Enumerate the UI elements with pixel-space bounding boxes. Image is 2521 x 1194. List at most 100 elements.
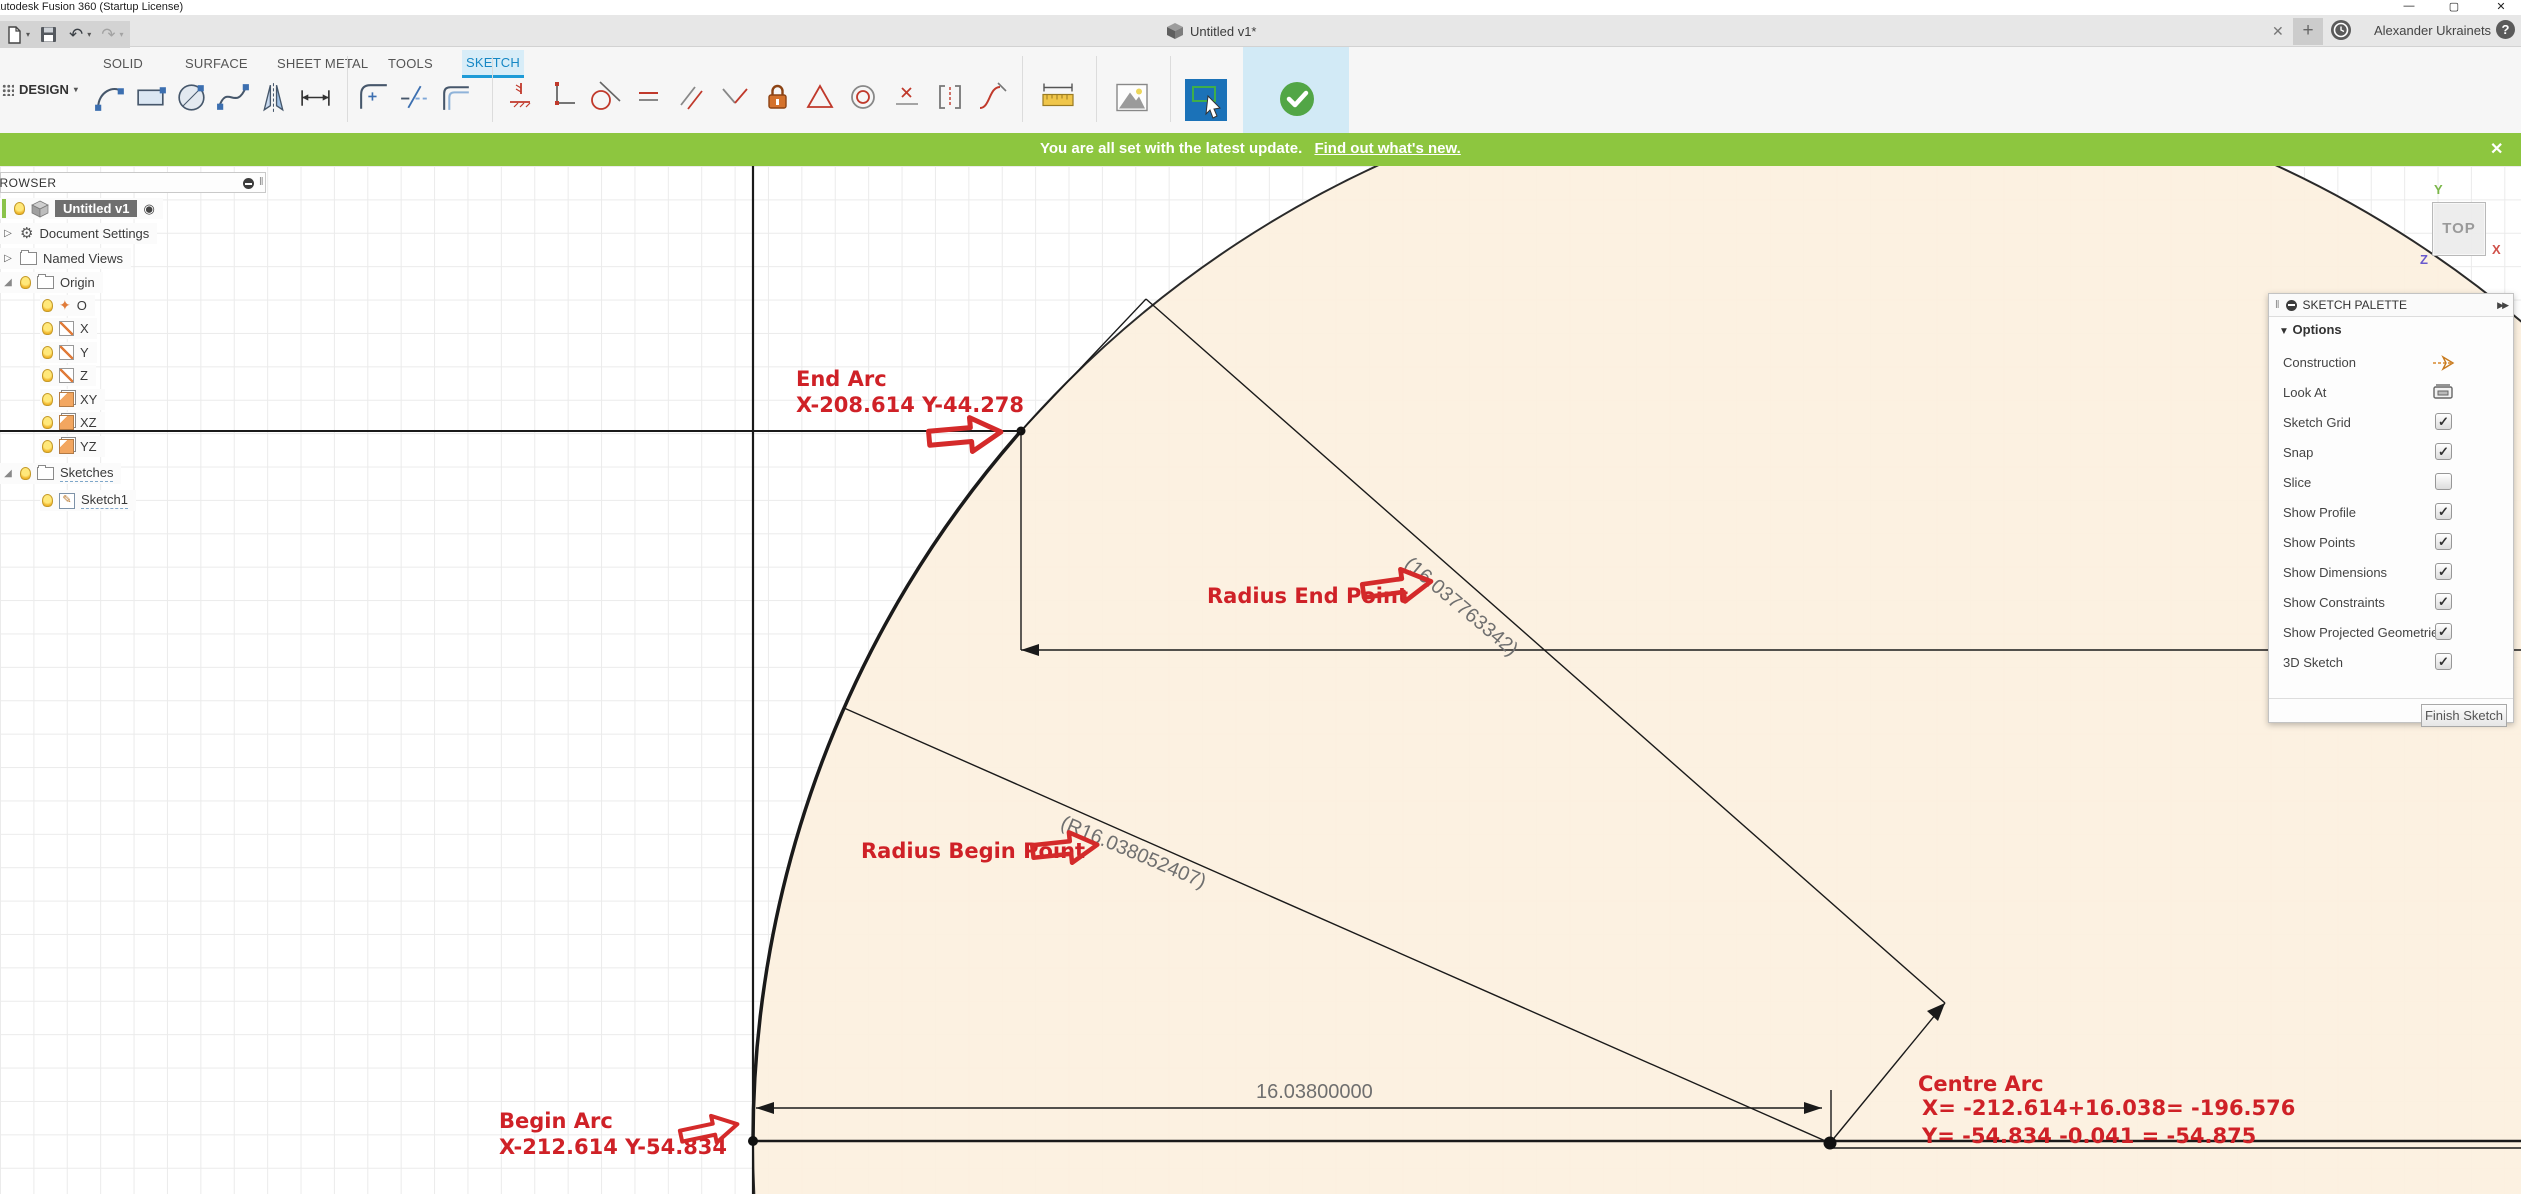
save-icon[interactable]: [40, 26, 57, 43]
tree-item-named-views[interactable]: ▷ Named Views: [0, 248, 131, 269]
tree-item-plane-yz[interactable]: YZ: [40, 436, 105, 457]
visibility-bulb-icon[interactable]: [42, 416, 53, 429]
palette-row-look-at[interactable]: Look At: [2269, 378, 2513, 408]
fix-constraint-lock-icon[interactable]: [760, 79, 796, 115]
look-at-icon[interactable]: [2432, 382, 2454, 402]
midpoint-constraint-icon[interactable]: [889, 79, 925, 115]
document-name[interactable]: Untitled v1: [55, 200, 137, 217]
tab-sheet-metal[interactable]: SHEET METAL: [277, 56, 368, 71]
tree-item-sketch1[interactable]: ✎ Sketch1: [40, 490, 136, 511]
browser-grip-icon[interactable]: ‖: [259, 176, 264, 188]
measure-tool-icon[interactable]: [1038, 79, 1078, 116]
offset-tool-icon[interactable]: [438, 79, 475, 116]
tab-surface[interactable]: SURFACE: [185, 56, 248, 71]
close-document-tab-button[interactable]: ✕: [2272, 23, 2284, 40]
browser-header[interactable]: BROWSER ‖: [0, 172, 266, 193]
tree-item-origin[interactable]: ◢ Origin: [0, 272, 103, 293]
palette-row-snap[interactable]: Snap ✓: [2269, 438, 2513, 468]
construction-icon[interactable]: [2431, 353, 2455, 373]
file-icon[interactable]: [6, 25, 22, 45]
equal-constraint-icon[interactable]: [631, 79, 667, 115]
tree-item-label[interactable]: Z: [80, 368, 88, 383]
visibility-bulb-icon[interactable]: [42, 299, 53, 312]
tree-item-axis-y[interactable]: Y: [40, 342, 97, 363]
tree-item-label[interactable]: Y: [80, 345, 89, 360]
document-tab[interactable]: Untitled v1*: [1166, 20, 1256, 42]
tangent-constraint-icon[interactable]: [588, 79, 624, 115]
find-out-whats-new-link[interactable]: Find out what's new.: [1314, 140, 1460, 157]
viewcube[interactable]: Y TOP X Z: [2418, 182, 2521, 277]
expand-collapsed-icon[interactable]: ▷: [2, 253, 14, 264]
tree-item-document[interactable]: Untitled v1 ◉: [0, 198, 163, 219]
concentric-constraint-icon[interactable]: [846, 79, 882, 115]
visibility-bulb-icon[interactable]: [42, 322, 53, 335]
viewcube-top-face[interactable]: TOP: [2432, 202, 2486, 256]
help-button[interactable]: ?: [2496, 20, 2515, 39]
snap-checkbox[interactable]: ✓: [2435, 443, 2452, 460]
projected-circle[interactable]: [753, 166, 2521, 1194]
perpendicular-constraint-icon[interactable]: [717, 79, 753, 115]
palette-menu-icon[interactable]: [2286, 300, 2297, 311]
slice-checkbox[interactable]: [2435, 473, 2452, 490]
rectangle-tool-icon[interactable]: [133, 79, 170, 116]
tab-tools[interactable]: TOOLS: [388, 56, 433, 71]
palette-row-show-constraints[interactable]: Show Constraints ✓: [2269, 588, 2513, 618]
tree-item-axis-x[interactable]: X: [40, 318, 97, 339]
user-name[interactable]: Alexander Ukrainets: [2374, 23, 2491, 38]
visibility-bulb-icon[interactable]: [20, 467, 31, 480]
tree-item-label[interactable]: X: [80, 321, 89, 336]
sketch-grid-checkbox[interactable]: ✓: [2435, 413, 2452, 430]
tab-sketch[interactable]: SKETCH: [462, 50, 524, 78]
tree-item-axis-z[interactable]: Z: [40, 365, 96, 386]
circle-tool-icon[interactable]: [174, 79, 211, 116]
centre-arc-point[interactable]: [1824, 1137, 1837, 1150]
expand-expanded-icon[interactable]: ◢: [2, 277, 14, 288]
tree-item-label[interactable]: Named Views: [43, 251, 123, 266]
palette-row-show-profile[interactable]: Show Profile ✓: [2269, 498, 2513, 528]
tree-item-label[interactable]: Sketch1: [81, 492, 128, 509]
undo-icon[interactable]: ↶: [69, 27, 83, 43]
line-tool-icon[interactable]: [92, 79, 129, 116]
visibility-bulb-icon[interactable]: [42, 494, 53, 507]
spline-tool-icon[interactable]: [215, 79, 252, 116]
palette-row-sketch-grid[interactable]: Sketch Grid ✓: [2269, 408, 2513, 438]
close-button[interactable]: ✕: [2488, 0, 2514, 13]
sketch-palette-header[interactable]: ‖ SKETCH PALETTE ▶▶: [2269, 294, 2513, 317]
tree-item-label[interactable]: Document Settings: [39, 226, 149, 241]
horizontal-dimension-value[interactable]: 16.03800000: [1256, 1081, 1373, 1104]
palette-pin-icon[interactable]: ▶▶: [2497, 300, 2507, 311]
trim-tool-icon[interactable]: [397, 79, 434, 116]
insert-image-icon[interactable]: [1113, 79, 1151, 116]
select-tool-icon[interactable]: [1185, 79, 1227, 121]
tree-item-sketches-folder[interactable]: ◢ Sketches: [0, 463, 121, 484]
tree-item-origin-point[interactable]: ✦ O: [40, 295, 95, 316]
browser-collapse-icon[interactable]: [243, 178, 254, 189]
coincident-constraint-icon[interactable]: [545, 79, 581, 115]
tree-item-label[interactable]: O: [77, 298, 87, 313]
palette-row-show-points[interactable]: Show Points ✓: [2269, 528, 2513, 558]
visibility-bulb-icon[interactable]: [42, 346, 53, 359]
minimize-button[interactable]: —: [2396, 0, 2422, 12]
palette-row-show-projected-geometries[interactable]: Show Projected Geometries ✓: [2269, 618, 2513, 648]
tree-item-label[interactable]: Sketches: [60, 465, 113, 482]
visibility-bulb-icon[interactable]: [42, 440, 53, 453]
finish-sketch-check-icon[interactable]: [1277, 79, 1317, 119]
notification-close-icon[interactable]: ✕: [2490, 139, 2503, 159]
activate-radio-icon[interactable]: ◉: [143, 201, 154, 217]
workspace-selector[interactable]: DESIGN ▾: [2, 82, 78, 97]
visibility-bulb-icon[interactable]: [42, 369, 53, 382]
palette-grip-icon[interactable]: ‖: [2275, 299, 2280, 311]
recent-documents-icon[interactable]: [2330, 19, 2352, 46]
show-projected-geometries-checkbox[interactable]: ✓: [2435, 623, 2452, 640]
finish-sketch-button[interactable]: Finish Sketch: [2421, 704, 2507, 727]
show-dimensions-checkbox[interactable]: ✓: [2435, 563, 2452, 580]
show-points-checkbox[interactable]: ✓: [2435, 533, 2452, 550]
tree-item-document-settings[interactable]: ▷ ⚙ Document Settings: [0, 223, 157, 244]
horizontal-vertical-constraint-icon[interactable]: [502, 79, 538, 115]
palette-options-section[interactable]: ▼ Options: [2279, 322, 2342, 337]
tree-item-label[interactable]: Origin: [60, 275, 95, 290]
mirror-tool-icon[interactable]: [256, 79, 293, 116]
palette-row-3d-sketch[interactable]: 3D Sketch ✓: [2269, 648, 2513, 678]
curvature-constraint-icon[interactable]: [975, 79, 1011, 115]
symmetric-brackets-icon[interactable]: [932, 79, 968, 115]
